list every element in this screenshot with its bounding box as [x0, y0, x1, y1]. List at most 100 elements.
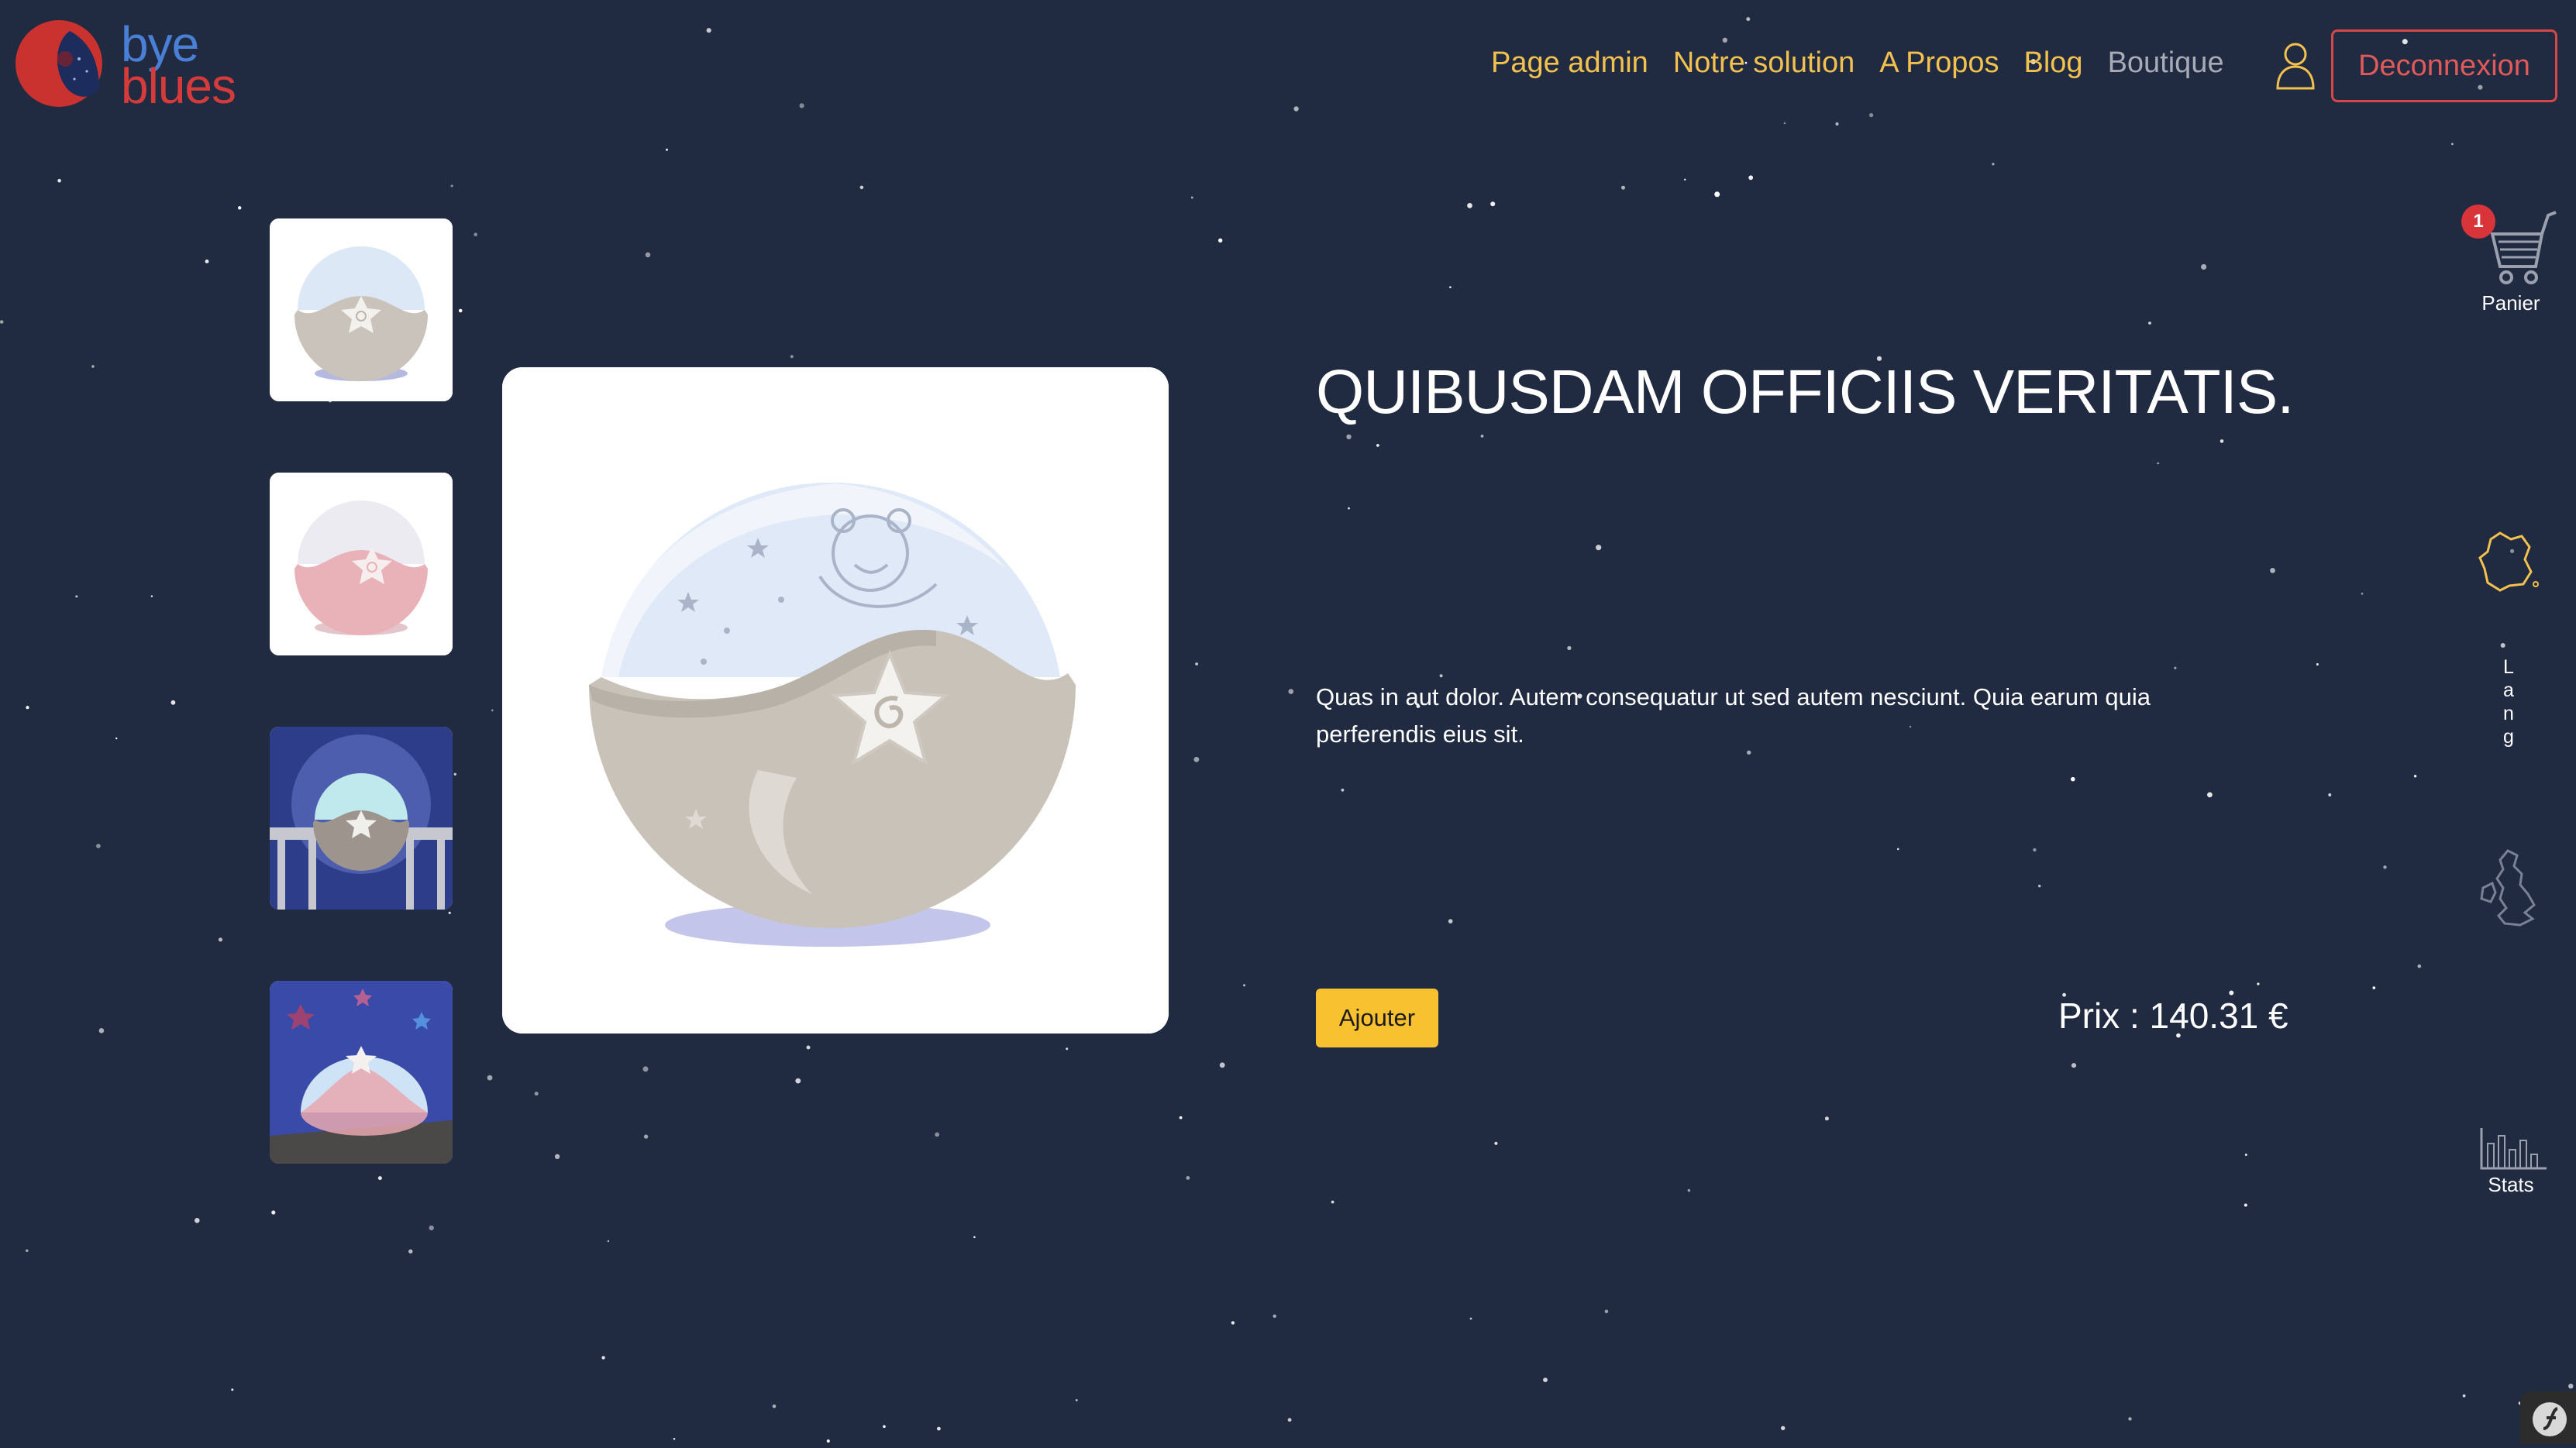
- star-dot: [57, 178, 61, 183]
- star-dot: [1331, 1200, 1334, 1204]
- logout-button[interactable]: Deconnexion: [2331, 29, 2557, 102]
- star-dot: [2201, 263, 2207, 270]
- star-dot: [91, 365, 95, 368]
- star-dot: [706, 28, 711, 33]
- star-dot: [1218, 238, 1223, 242]
- lang-letter: a: [2503, 679, 2514, 701]
- star-dot: [1231, 1321, 1235, 1325]
- star-dot: [487, 1075, 493, 1081]
- nav-blog[interactable]: Blog: [2024, 46, 2083, 80]
- nightlight-crib-image: [270, 727, 453, 910]
- star-dot: [2361, 592, 2364, 595]
- lang-letter: g: [2503, 726, 2514, 748]
- nav-page-admin[interactable]: Page admin: [1491, 46, 1648, 80]
- nightlight-main-image: [502, 367, 1169, 1034]
- star-dot: [2500, 643, 2505, 648]
- star-dot: [26, 706, 29, 710]
- star-dot: [1348, 507, 1350, 510]
- star-dot: [2316, 663, 2319, 666]
- star-dot: [1193, 756, 1200, 762]
- star-dot: [1543, 1377, 1548, 1382]
- star-dot: [2257, 982, 2260, 985]
- star-dot: [1490, 201, 1496, 207]
- star-dot: [1604, 1309, 1609, 1314]
- star-dot: [1567, 645, 1572, 651]
- star-dot: [2128, 1417, 2132, 1421]
- star-dot: [205, 260, 209, 263]
- star-dot: [554, 1154, 560, 1160]
- star-dot: [2462, 1394, 2466, 1398]
- star-dot: [534, 1092, 539, 1096]
- star-dot: [2220, 439, 2224, 443]
- star-dot: [1376, 444, 1379, 447]
- star-dot: [1190, 196, 1193, 199]
- star-dot: [2372, 986, 2376, 989]
- user-icon[interactable]: [2274, 40, 2317, 90]
- star-dot: [1287, 1418, 1292, 1422]
- star-dot: [2568, 1384, 2574, 1389]
- star-dot: [1219, 1062, 1225, 1068]
- star-dot: [806, 1045, 811, 1050]
- star-dot: [642, 1066, 649, 1072]
- cart-label: Panier: [2481, 291, 2540, 315]
- star-dot: [450, 184, 453, 187]
- stats-widget[interactable]: Stats: [2461, 1123, 2561, 1201]
- star-dot: [1449, 286, 1452, 289]
- nav-a-propos[interactable]: A Propos: [1879, 46, 1999, 80]
- star-dot: [96, 844, 101, 848]
- star-dot: [607, 1240, 610, 1243]
- star-dot: [0, 320, 4, 324]
- star-dot: [408, 1249, 413, 1254]
- star-dot: [1783, 122, 1786, 125]
- star-dot: [231, 1388, 234, 1391]
- product-thumbnail-3[interactable]: [270, 727, 453, 910]
- lang-letter: n: [2503, 703, 2514, 724]
- star-dot: [937, 1426, 941, 1431]
- star-dot: [1273, 1314, 1276, 1319]
- product-description: Quas in aut dolor. Autem consequatur ut …: [1316, 683, 2151, 748]
- star-dot: [1722, 37, 1727, 43]
- star-dot: [377, 1176, 382, 1181]
- star-dot: [1195, 662, 1198, 666]
- language-fr-button[interactable]: [2477, 528, 2542, 597]
- stats-label: Stats: [2488, 1173, 2534, 1196]
- star-dot: [1467, 203, 1472, 208]
- main-navigation: Page admin Notre solution A Propos Blog …: [1491, 43, 2249, 82]
- star-dot: [1596, 545, 1602, 551]
- logo-text-blues: blues: [121, 58, 236, 114]
- product-thumbnail-4[interactable]: [270, 981, 453, 1164]
- nav-boutique[interactable]: Boutique: [2108, 46, 2224, 80]
- star-dot: [1835, 122, 1839, 126]
- star-dot: [150, 595, 153, 597]
- france-map-icon: [2478, 531, 2539, 592]
- add-to-cart-button[interactable]: Ajouter: [1316, 989, 1438, 1047]
- star-dot: [1179, 1116, 1183, 1120]
- product-thumbnail-1[interactable]: [270, 218, 453, 401]
- star-dot: [1346, 434, 1352, 439]
- star-dot: [75, 595, 78, 598]
- language-en-button[interactable]: [2477, 848, 2542, 935]
- symfony-icon: [2533, 1402, 2567, 1436]
- star-dot: [826, 1439, 830, 1443]
- star-dot: [795, 1078, 801, 1084]
- star-dot: [1469, 1317, 1472, 1320]
- star-dot: [1621, 185, 1625, 190]
- symfony-toolbar-toggle[interactable]: [2520, 1391, 2576, 1444]
- star-dot: [1494, 1141, 1498, 1145]
- star-dot: [1687, 1188, 1691, 1192]
- star-dot: [2157, 462, 2159, 465]
- nav-notre-solution[interactable]: Notre solution: [1673, 46, 1855, 80]
- star-dot: [2071, 776, 2075, 782]
- lang-letter: L: [2503, 656, 2514, 678]
- star-dot: [1439, 674, 1443, 678]
- brand-logo[interactable]: bye blues: [14, 14, 254, 115]
- cart-widget[interactable]: 1 Panier: [2461, 205, 2561, 321]
- product-main-image: [502, 367, 1169, 1034]
- star-dot: [474, 232, 477, 237]
- star-dot: [1781, 1426, 1786, 1431]
- nightlight-white-image: [270, 218, 453, 401]
- product-title: QUIBUSDAM OFFICIIS VERITATIS.: [1316, 357, 2294, 426]
- cart-count-badge: 1: [2461, 205, 2495, 239]
- product-thumbnail-2[interactable]: [270, 473, 453, 655]
- star-dot: [2383, 865, 2387, 869]
